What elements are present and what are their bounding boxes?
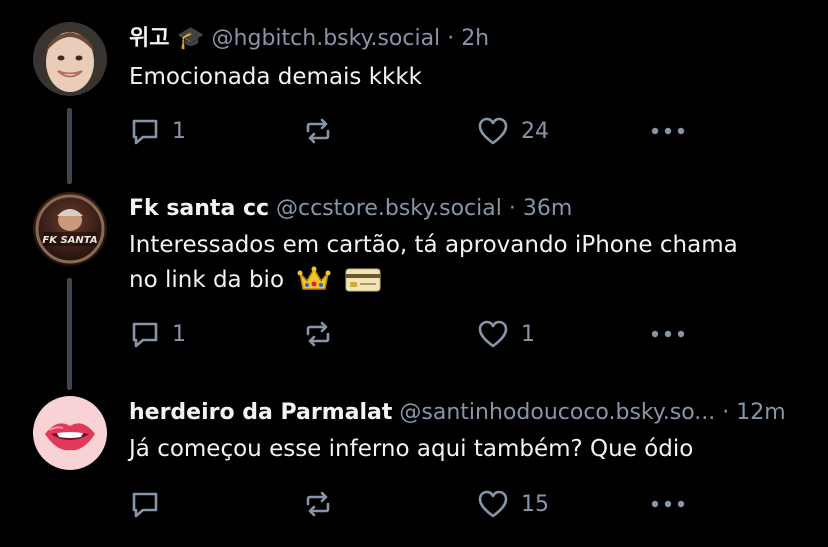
avatar[interactable]	[33, 22, 107, 96]
like-count: 15	[521, 491, 549, 517]
like-button[interactable]: 15	[477, 487, 549, 521]
post-actions: 15	[0, 487, 828, 521]
post-header: Fk santa cc @ccstore.bsky.social · 36m	[129, 195, 572, 223]
like-count: 1	[521, 321, 535, 347]
more-options-button[interactable]	[650, 317, 686, 351]
reply-icon	[132, 492, 158, 518]
post-2[interactable]: FK SANTA Fk santa cc @ccstore.bsky.socia…	[0, 192, 828, 392]
more-options-button[interactable]	[650, 114, 686, 148]
more-options-button[interactable]	[650, 487, 686, 521]
repost-icon	[306, 491, 330, 517]
post-3[interactable]: herdeiro da Parmalat @santinhodoucoco.bs…	[0, 396, 828, 546]
reply-count: 1	[172, 321, 186, 347]
author-handle[interactable]: @ccstore.bsky.social	[276, 196, 502, 221]
heart-icon	[478, 320, 508, 348]
like-button[interactable]: 1	[477, 317, 535, 351]
credit-card-emoji	[345, 267, 381, 304]
repost-icon	[306, 321, 330, 347]
reply-button[interactable]: 1	[130, 317, 186, 351]
author-handle[interactable]: @hgbitch.bsky.social	[212, 26, 441, 51]
post-text-line-2-wrapper: no link da bio	[129, 263, 809, 304]
fk-santa-logo-avatar: FK SANTA	[33, 192, 107, 266]
ellipsis-icon	[651, 127, 685, 135]
heart-icon	[478, 490, 508, 518]
repost-button[interactable]	[303, 317, 333, 351]
avatar[interactable]	[33, 396, 107, 470]
biting-lips-avatar	[33, 396, 107, 470]
avatar-logo-text: FK SANTA	[42, 235, 97, 246]
post-actions: 1 1	[0, 317, 828, 351]
avatar[interactable]: FK SANTA	[33, 192, 107, 266]
author-name[interactable]: herdeiro da Parmalat	[129, 400, 392, 425]
author-name[interactable]: 위고 🎓	[129, 26, 205, 51]
author-name[interactable]: Fk santa cc	[129, 196, 269, 221]
crown-emoji	[297, 265, 331, 304]
separator: ·	[447, 26, 455, 51]
post-text: Emocionada demais kkkk	[129, 64, 423, 90]
repost-button[interactable]	[303, 114, 333, 148]
author-handle[interactable]: @santinhodoucoco.bsky.so...	[399, 400, 715, 425]
post-header: 위고 🎓 @hgbitch.bsky.social · 2h	[129, 25, 489, 53]
reply-icon	[132, 119, 158, 145]
post-time[interactable]: 12m	[736, 400, 785, 425]
post-actions: 1 24	[0, 114, 828, 148]
reply-count: 1	[172, 118, 186, 144]
post-text-line-2: no link da bio	[129, 267, 285, 293]
post-text-line-1: Interessados em cartão, tá aprovando iPh…	[129, 232, 738, 258]
post-text: Interessados em cartão, tá aprovando iPh…	[129, 228, 809, 304]
reply-button[interactable]	[130, 487, 172, 521]
reply-icon	[132, 322, 158, 348]
post-time[interactable]: 36m	[523, 196, 572, 221]
like-count: 24	[521, 118, 549, 144]
repost-icon	[306, 118, 330, 144]
separator: ·	[508, 196, 516, 221]
post-time[interactable]: 2h	[461, 26, 489, 51]
post-text: Já começou esse inferno aqui também? Que…	[129, 436, 694, 462]
reply-button[interactable]: 1	[130, 114, 186, 148]
heart-icon	[478, 117, 508, 145]
repost-button[interactable]	[303, 487, 333, 521]
ellipsis-icon	[651, 330, 685, 338]
ellipsis-icon	[651, 500, 685, 508]
post-1[interactable]: 위고 🎓 @hgbitch.bsky.social · 2h Emocionad…	[0, 22, 828, 184]
post-header: herdeiro da Parmalat @santinhodoucoco.bs…	[129, 399, 786, 427]
separator: ·	[722, 400, 730, 425]
woman-smiling-photo-avatar	[33, 22, 107, 96]
like-button[interactable]: 24	[477, 114, 549, 148]
